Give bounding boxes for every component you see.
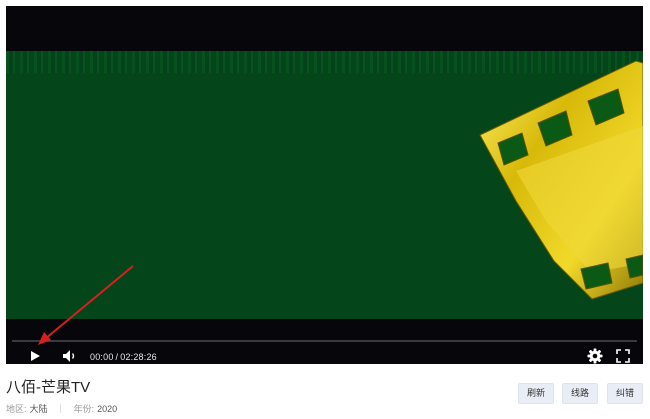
- fullscreen-icon[interactable]: [614, 347, 632, 364]
- player-controls: 00:00/02:28:26: [12, 344, 643, 364]
- region-label: 地区:: [6, 404, 27, 414]
- report-error-button[interactable]: 纠错: [607, 383, 643, 404]
- refresh-button[interactable]: 刷新: [518, 383, 554, 404]
- video-meta: 地区: 大陆 年份: 2020: [6, 402, 117, 415]
- volume-icon[interactable]: [60, 347, 80, 364]
- film-strip-graphic: [479, 60, 643, 300]
- year-label: 年份:: [73, 404, 95, 414]
- video-frame[interactable]: [6, 51, 643, 319]
- year-value: 2020: [97, 404, 118, 414]
- meta-divider: [60, 404, 62, 413]
- progress-bar[interactable]: [12, 340, 637, 342]
- play-icon[interactable]: [26, 347, 44, 364]
- video-player[interactable]: 00:00/02:28:26: [6, 6, 643, 364]
- time-separator: /: [115, 352, 119, 362]
- video-title: 八佰-芒果TV: [6, 379, 91, 396]
- route-button[interactable]: 线路: [562, 383, 598, 404]
- duration: 02:28:26: [120, 352, 157, 362]
- time-display: 00:00/02:28:26: [90, 352, 157, 362]
- region-value: 大陆: [29, 404, 48, 414]
- gear-icon[interactable]: [586, 347, 604, 364]
- current-time: 00:00: [90, 352, 114, 362]
